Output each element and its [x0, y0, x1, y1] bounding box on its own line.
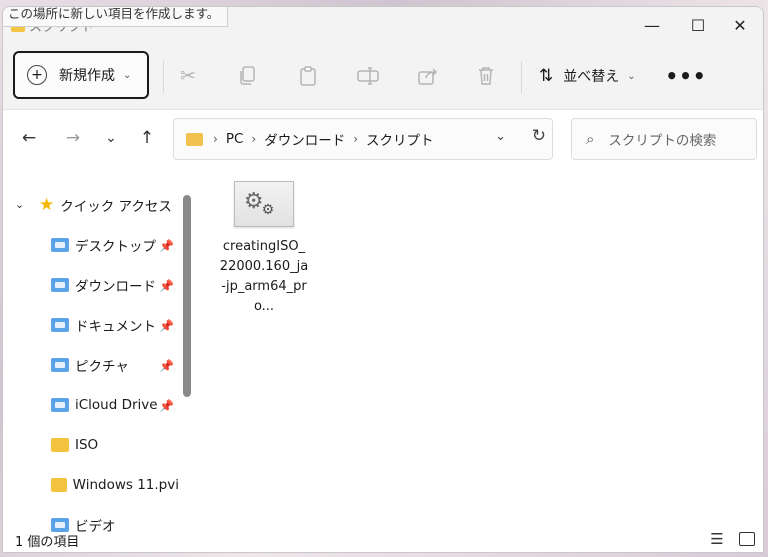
minimize-button[interactable]: — — [629, 7, 675, 43]
file-item[interactable]: ⚙ ⚙ creatingISO_22000.160_ja-jp_arm64_pr… — [219, 181, 309, 317]
search-box[interactable]: ⌕ スクリプトの検索 — [571, 118, 757, 160]
sort-arrows-icon: ⇅ — [539, 66, 554, 86]
recent-locations-chevron-icon[interactable]: ⌄ — [99, 126, 123, 150]
folder-icon — [51, 438, 69, 452]
breadcrumb-separator: › — [213, 132, 218, 146]
toolbar-separator — [163, 61, 164, 93]
folder-icon — [51, 478, 67, 492]
folder-icon — [51, 398, 69, 412]
star-icon: ★ — [39, 195, 55, 215]
toolbar-separator — [521, 61, 522, 93]
gear-icon: ⚙ — [261, 202, 275, 218]
search-placeholder: スクリプトの検索 — [608, 133, 717, 149]
share-button[interactable] — [415, 63, 441, 89]
sort-button[interactable]: ⇅ 並べ替え ⌄ — [539, 63, 636, 89]
sort-label: 並べ替え — [563, 69, 620, 85]
close-button[interactable]: ✕ — [717, 7, 763, 43]
pin-icon: 📌 — [159, 359, 174, 373]
paste-button[interactable] — [295, 63, 321, 89]
trash-icon — [479, 67, 493, 85]
sidebar-item-label: デスクトップ — [75, 239, 156, 255]
chevron-down-icon[interactable]: ⌄ — [495, 129, 506, 144]
folder-icon — [51, 238, 69, 252]
plus-circle-icon: + — [27, 65, 47, 85]
large-icons-view-button[interactable] — [739, 532, 755, 546]
item-count: 1 個の項目 — [15, 535, 80, 550]
details-view-button[interactable]: ☰ — [707, 529, 727, 549]
share-icon — [418, 68, 438, 85]
chevron-down-icon: ⌄ — [123, 69, 132, 81]
sidebar-item-label: クイック アクセス — [60, 199, 172, 215]
breadcrumb-downloads[interactable]: ダウンロード — [264, 129, 345, 149]
sidebar-item-label: ダウンロード — [75, 279, 156, 295]
pin-icon: 📌 — [159, 319, 174, 333]
maximize-button[interactable]: ☐ — [675, 7, 721, 43]
up-arrow-icon[interactable]: ↑ — [135, 126, 159, 150]
command-bar: + 新規作成 ⌄ ✂ ⇅ 並べ替え ⌄ ••• — [3, 43, 763, 110]
rename-button[interactable] — [355, 63, 381, 89]
breadcrumb-scripts[interactable]: スクリプト — [366, 129, 434, 149]
sidebar-item-iso[interactable]: ISO — [51, 425, 181, 465]
breadcrumb-separator: › — [353, 132, 359, 146]
scissors-icon: ✂ — [180, 65, 196, 87]
search-icon: ⌕ — [586, 130, 595, 148]
refresh-icon[interactable]: ↻ — [532, 126, 546, 146]
address-bar[interactable]: › PC › ダウンロード › スクリプト ⌄ ↻ — [173, 118, 553, 160]
folder-icon — [51, 278, 69, 292]
more-options-button[interactable]: ••• — [665, 63, 705, 89]
copy-button[interactable] — [235, 63, 261, 89]
sidebar-item-label: ピクチャ — [75, 359, 129, 375]
folder-icon — [186, 132, 203, 146]
back-arrow-icon[interactable]: ← — [17, 126, 41, 150]
breadcrumb-separator: › — [251, 132, 257, 146]
pin-icon: 📌 — [159, 399, 174, 413]
sidebar-item-label: Windows 11.pvi — [72, 477, 179, 493]
file-explorer-window: スクリプト — ☐ ✕ + 新規作成 ⌄ ✂ ⇅ 並べ替え ⌄ ••• この場所… — [2, 6, 764, 553]
breadcrumb-pc[interactable]: PC — [226, 131, 244, 147]
navigation-pane: ⌄ ★ クイック アクセス デスクトップ 📌 ダウンロード 📌 ドキュメント 📌… — [3, 165, 195, 535]
navigation-bar: ← → ⌄ ↑ › PC › ダウンロード › スクリプト ⌄ ↻ ⌕ スクリプ… — [3, 110, 763, 164]
sidebar-scrollbar[interactable] — [181, 187, 193, 525]
pin-icon: 📌 — [159, 239, 174, 253]
chevron-down-icon: ⌄ — [627, 70, 636, 82]
pin-icon: 📌 — [159, 279, 174, 293]
folder-icon — [51, 318, 69, 332]
chevron-down-icon[interactable]: ⌄ — [15, 198, 24, 211]
sidebar-item-label: iCloud Drive — [75, 397, 158, 413]
new-item-label: 新規作成 — [59, 68, 115, 84]
new-item-button[interactable]: + 新規作成 ⌄ — [13, 51, 149, 99]
sidebar-item-quick-access[interactable]: ⌄ ★ クイック アクセス — [3, 185, 179, 225]
script-gear-icon: ⚙ ⚙ — [234, 181, 294, 227]
new-item-tooltip: この場所に新しい項目を作成します。 — [3, 7, 229, 27]
sidebar-item-label: ドキュメント — [75, 319, 156, 335]
delete-button[interactable] — [473, 63, 499, 89]
clipboard-icon — [300, 66, 316, 86]
file-name: creatingISO_22000.160_ja-jp_arm64_pro... — [219, 239, 309, 314]
status-bar: 1 個の項目 ☰ — [3, 525, 763, 552]
sidebar-item-label: ISO — [75, 437, 99, 453]
sidebar-item-windows11-pvm[interactable]: Windows 11.pvi — [51, 465, 179, 505]
list-view-icon: ☰ — [710, 530, 724, 548]
forward-arrow-icon[interactable]: → — [61, 126, 85, 150]
scrollbar-thumb[interactable] — [183, 195, 191, 397]
folder-icon — [51, 358, 69, 372]
rename-icon — [357, 67, 379, 85]
file-list-pane: ⚙ ⚙ creatingISO_22000.160_ja-jp_arm64_pr… — [197, 165, 763, 525]
copy-icon — [240, 66, 255, 85]
cut-button[interactable]: ✂ — [175, 63, 201, 89]
